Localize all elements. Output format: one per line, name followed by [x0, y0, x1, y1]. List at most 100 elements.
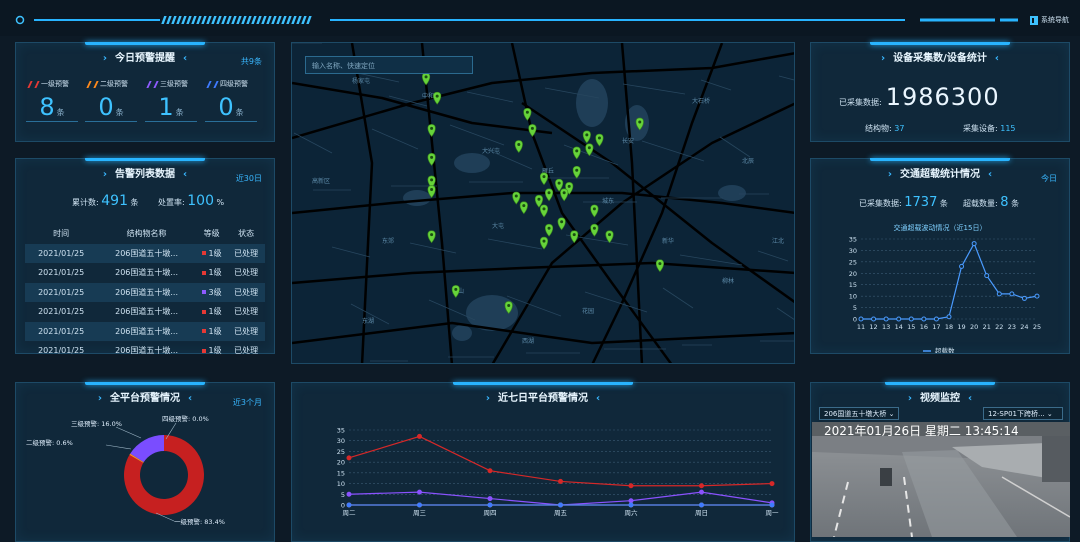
table-header: 时间	[53, 229, 70, 239]
y-tick-label: 25	[337, 448, 345, 456]
data-point[interactable]	[933, 316, 939, 322]
map-place-label: 中和	[422, 92, 434, 100]
data-point[interactable]	[487, 496, 493, 502]
data-point[interactable]	[959, 263, 965, 269]
legend-label: 超载数	[935, 346, 955, 353]
y-tick-label: 35	[849, 236, 857, 244]
y-tick-label: 5	[341, 491, 345, 499]
x-tick-label: 20	[970, 323, 978, 331]
data-point[interactable]	[417, 502, 422, 508]
video-feed[interactable]: 2021年01月26日 星期二 13:45:14	[812, 422, 1070, 537]
struct-count: 结构物: 37	[865, 124, 905, 133]
video-select-right[interactable]: 12-SP01下跨桥... ⌄	[983, 407, 1063, 420]
data-point[interactable]	[921, 316, 927, 322]
overload-panel: › 交通超载统计情况 ‹ 今日 已采集数据: 1737 条 超载数量: 8 条 交通…	[810, 158, 1070, 354]
data-point[interactable]	[558, 478, 563, 484]
slash-icon	[27, 80, 40, 88]
table-row[interactable]: 2021/01/25 206国道五十墩... 3级 已处理	[25, 282, 265, 302]
data-point[interactable]	[908, 316, 914, 322]
map-view[interactable]: 杨家屯中和大兴屯雁丘城东新华柳林东郊南山西湖花园北辰高新区大石桥长安东湖江北大屯	[291, 42, 795, 364]
map-search-input[interactable]: 输入名称、快速定位	[305, 56, 473, 74]
nav-button[interactable]: 系统导航	[1030, 15, 1069, 25]
data-point[interactable]	[769, 502, 775, 508]
pie-label: 四级预警: 0.0%	[162, 414, 209, 423]
data-point[interactable]	[858, 316, 864, 322]
row-level: 1级	[195, 243, 228, 263]
table-header: 结构物名称	[126, 229, 167, 239]
data-point[interactable]	[896, 316, 902, 322]
slash-icon	[206, 80, 219, 88]
row-time: 2021/01/25	[25, 282, 98, 302]
data-point[interactable]	[628, 502, 634, 508]
slash-icon	[146, 80, 159, 88]
y-tick-label: 15	[849, 281, 857, 289]
table-header: 等级	[203, 229, 220, 239]
map-water	[403, 190, 431, 206]
alert-level-count: 0条	[205, 93, 257, 122]
data-point[interactable]	[871, 316, 877, 322]
data-point[interactable]	[946, 314, 952, 320]
data-point[interactable]	[699, 483, 704, 489]
row-level: 1级	[196, 263, 227, 283]
table-row[interactable]: 2021/01/25 206国道五十墩... 1级 已处理	[25, 341, 265, 361]
data-point[interactable]	[984, 273, 990, 279]
x-tick-label: 周日	[695, 509, 708, 517]
x-tick-label: 周五	[554, 509, 568, 517]
series-line	[348, 435, 773, 487]
collected-count: 已采集数据: 1986300	[839, 83, 1000, 111]
x-tick-label: 周二	[343, 509, 357, 517]
data-point[interactable]	[996, 291, 1002, 297]
data-point[interactable]	[628, 483, 634, 489]
table-row[interactable]: 2021/01/25 206国道五十墩... 1级 已处理	[25, 243, 265, 263]
row-level: 1级	[195, 321, 228, 341]
overload-collected: 已采集数据: 1737 条	[859, 195, 948, 210]
map-place-label: 高新区	[312, 177, 330, 185]
map-place-label: 大兴屯	[482, 147, 500, 155]
map-water	[718, 185, 746, 201]
data-point[interactable]	[346, 491, 352, 497]
data-point[interactable]	[1034, 293, 1040, 299]
data-point[interactable]	[971, 241, 977, 247]
y-tick-label: 5	[853, 304, 857, 312]
today-alerts-panel: › 今日预警提醒 ‹ 共9条 一级预警 8 条二级预警 0 条三级预警 1 条四级预警 0 条	[15, 42, 275, 142]
alert-level-label: 二级预警	[86, 79, 128, 89]
data-point[interactable]	[346, 455, 352, 461]
data-point[interactable]	[346, 502, 352, 508]
x-tick-label: 23	[1008, 323, 1016, 331]
data-point[interactable]	[417, 433, 422, 439]
panel-title: › 交通超载统计情况 ‹	[887, 169, 993, 180]
data-point[interactable]	[1021, 295, 1027, 301]
map-water	[454, 153, 490, 173]
data-point[interactable]	[487, 502, 493, 508]
table-row[interactable]: 2021/01/25 206国道五十墩... 1级 已处理	[25, 263, 265, 283]
overload-chart-title: 交通超载波动情况（近15日）	[893, 224, 987, 232]
device-count: 采集设备: 115	[963, 124, 1016, 133]
data-point[interactable]	[1009, 291, 1015, 297]
data-point[interactable]	[699, 502, 704, 508]
data-point[interactable]	[487, 468, 493, 474]
pie-leader-line	[115, 426, 142, 439]
data-point[interactable]	[628, 498, 634, 504]
video-select-left[interactable]: 206国道五十墩大桥 ⌄	[819, 407, 900, 420]
panel-title: › 设备采集数/设备统计 ‹	[881, 53, 999, 64]
data-point[interactable]	[883, 316, 889, 322]
table-row[interactable]: 2021/01/25 206国道五十墩... 1级 已处理	[25, 321, 265, 341]
pie-label: 二级预警: 0.6%	[26, 438, 73, 447]
platform-alerts-panel: › 全平台预警情况 ‹ 近3个月 一级预警: 83.4% 二级预警: 0.6% 三级预警…	[15, 382, 275, 542]
data-point[interactable]	[558, 502, 563, 508]
top-bar: 系统导航	[0, 0, 1080, 36]
map-roads: 杨家屯中和大兴屯雁丘城东新华柳林东郊南山西湖花园北辰高新区大石桥长安东湖江北大屯	[292, 43, 794, 363]
data-point[interactable]	[417, 489, 422, 495]
x-tick-label: 周六	[625, 508, 639, 517]
table-row[interactable]: 2021/01/25 206国道五十墩... 1级 已处理	[25, 302, 265, 322]
alert-level-count: 8条	[26, 93, 78, 122]
data-point[interactable]	[699, 489, 704, 495]
overload-count: 超载数量: 8 条	[963, 195, 1020, 210]
row-status: 已处理	[227, 243, 265, 263]
map-place-label: 江北	[772, 237, 784, 245]
data-point[interactable]	[769, 481, 775, 487]
x-tick-label: 24	[1020, 323, 1028, 331]
row-time: 2021/01/25	[38, 268, 85, 278]
panel-tag: 共9条	[240, 57, 262, 66]
y-tick-label: 30	[337, 437, 345, 445]
